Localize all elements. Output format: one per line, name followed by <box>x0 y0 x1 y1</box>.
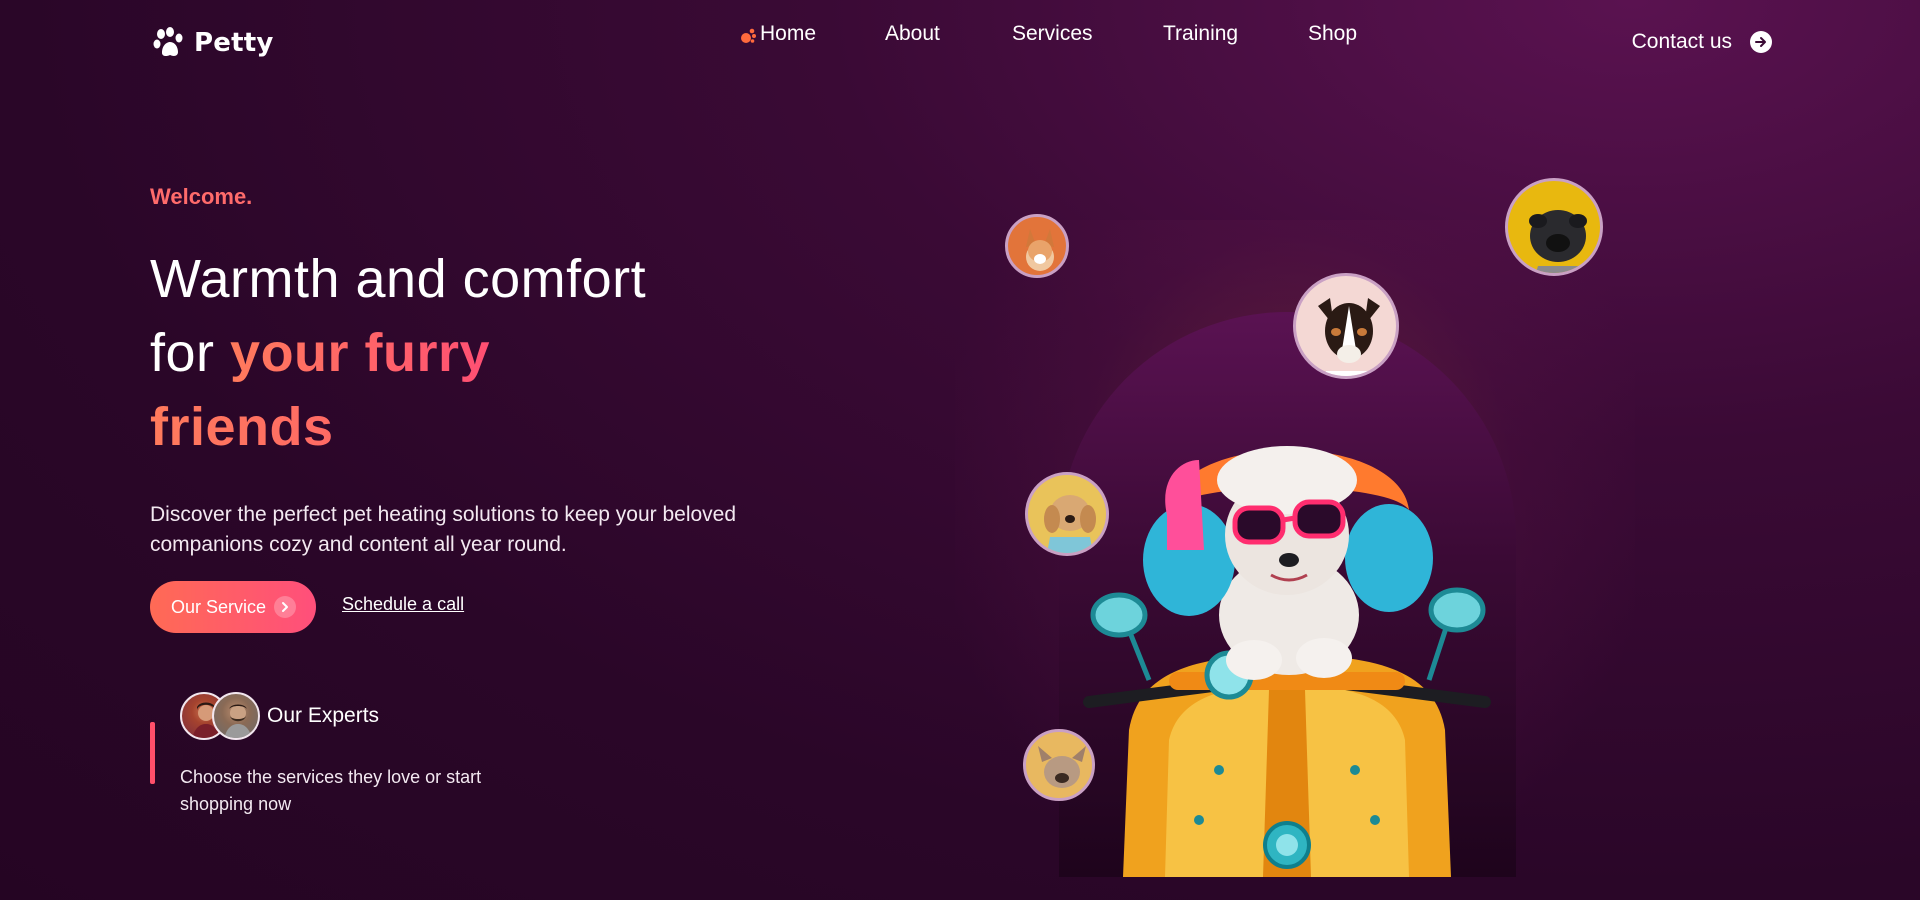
dog-avatar-bubble <box>1293 273 1399 379</box>
nav-item-shop[interactable]: Shop <box>1308 22 1357 46</box>
experts-text: Choose the services they love or start s… <box>180 767 482 814</box>
button-label: Our Service <box>171 596 267 617</box>
nav-label: Training <box>1163 22 1239 45</box>
dog-avatar-bubble <box>1025 472 1109 556</box>
nav-label: About <box>885 22 940 45</box>
hero-eyebrow: Welcome. <box>150 184 253 209</box>
accent-bar <box>150 722 155 784</box>
dog-on-scooter-image <box>1083 446 1491 877</box>
brand-name: Petty <box>194 28 274 58</box>
nav-label: Shop <box>1308 22 1358 45</box>
contact-us-link[interactable]: Contact us <box>1632 30 1772 54</box>
schedule-call-link[interactable]: Schedule a call <box>342 594 464 615</box>
paw-dot-icon <box>741 28 756 43</box>
dog-avatar-bubble <box>1005 214 1069 278</box>
brand-logo[interactable]: Petty <box>152 26 274 60</box>
chevron-right-icon <box>274 596 297 618</box>
nav-label: Home <box>760 22 817 45</box>
nav-label: Services <box>1012 22 1093 45</box>
paw-icon <box>153 27 183 57</box>
experts-title: Our Experts <box>267 704 380 727</box>
contact-label: Contact us <box>1631 30 1732 53</box>
headline-highlight: your furry <box>230 323 491 383</box>
dog-avatar-bubble <box>1023 729 1095 801</box>
headline-line-1: Warmth and comfort <box>150 249 647 309</box>
nav-item-services[interactable]: Services <box>1012 22 1093 46</box>
our-service-button[interactable]: Our Service <box>150 581 316 633</box>
hero-headline: Warmth and comfort for your furry friend… <box>150 242 646 464</box>
nav-item-training[interactable]: Training <box>1163 22 1238 46</box>
nav-item-home[interactable]: Home <box>741 22 817 46</box>
dog-avatar-bubble <box>1505 178 1603 276</box>
nav-item-about[interactable]: About <box>885 22 940 46</box>
arrow-right-circle-icon <box>1750 31 1772 53</box>
avatar <box>212 692 260 740</box>
headline-line-2: for your furry <box>150 316 646 390</box>
headline-line-3: friends <box>150 390 646 464</box>
headline-plain: for <box>150 323 231 383</box>
hero-description: Discover the perfect pet heating solutio… <box>150 503 737 556</box>
